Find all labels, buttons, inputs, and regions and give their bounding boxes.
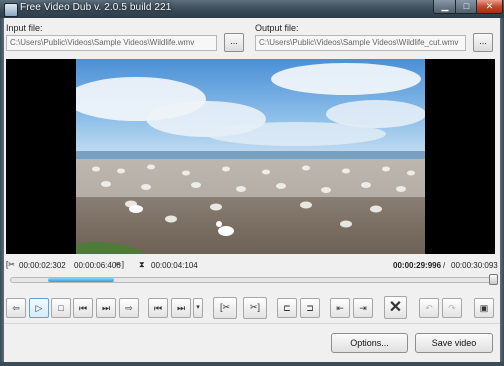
go-mark-end-button[interactable]: ⊐ — [300, 298, 320, 318]
undo-button[interactable]: ↶ — [419, 298, 439, 318]
next-frame-button[interactable]: ⇨ — [119, 298, 139, 318]
selection-length-icon: ⧗ — [139, 260, 145, 269]
app-icon — [4, 3, 18, 17]
video-frame — [76, 59, 425, 254]
prev-frame-button[interactable]: ⇦ — [6, 298, 26, 318]
delete-selection-button[interactable]: ✕ — [384, 296, 407, 319]
title-bar: Free Video Dub v. 2.0.5 build 221 ▁ □ ✕ — [0, 0, 504, 18]
video-frame-image — [76, 59, 425, 254]
seek-selection-fill — [48, 278, 115, 282]
mark-end-icon: ✂] — [115, 260, 124, 269]
close-button[interactable]: ✕ — [476, 0, 503, 14]
selection-length-time: 00:00:04:104 — [151, 261, 198, 270]
window-frame-right — [500, 18, 504, 366]
time-separator: / — [443, 261, 446, 270]
mark-start-icon: [✂ — [6, 260, 15, 269]
footer-divider — [4, 323, 500, 324]
stop-button[interactable]: □ — [51, 298, 71, 318]
selection-end-time: 00:00:06:406 — [74, 261, 121, 270]
window-frame-bottom — [0, 362, 504, 366]
input-browse-button[interactable]: ... — [224, 33, 244, 52]
prev-cut-button[interactable]: ⇤ — [330, 298, 350, 318]
toggle-view-button[interactable]: ▣ — [474, 298, 494, 318]
seek-thumb[interactable] — [488, 274, 498, 285]
step-dropdown-button[interactable]: ▾ — [193, 298, 203, 318]
prev-keyframe-button[interactable]: ⏮ — [148, 298, 168, 318]
selection-start-time: 00:00:02:302 — [19, 261, 66, 270]
video-preview[interactable] — [6, 59, 495, 254]
input-file-label: Input file: — [6, 23, 43, 33]
go-mark-start-button[interactable]: ⊏ — [277, 298, 297, 318]
output-browse-button[interactable]: ... — [473, 33, 493, 52]
output-file-label: Output file: — [255, 23, 299, 33]
options-button[interactable]: Options... — [331, 333, 408, 353]
current-time: 00:00:29:996 — [393, 261, 442, 270]
next-keyframe-button[interactable]: ⏭ — [171, 298, 191, 318]
set-end-mark-button[interactable]: ✂] — [243, 297, 267, 319]
next-cut-button[interactable]: ⇥ — [353, 298, 373, 318]
go-end-button[interactable]: ⏭ — [96, 298, 116, 318]
input-file-field[interactable]: C:\Users\Public\Videos\Sample Videos\Wil… — [6, 35, 217, 51]
set-start-mark-button[interactable]: [✂ — [213, 297, 237, 319]
save-video-button[interactable]: Save video — [415, 333, 493, 353]
play-button[interactable]: ▷ — [29, 298, 49, 318]
total-time: 00:00:30:093 — [451, 261, 498, 270]
window-title: Free Video Dub v. 2.0.5 build 221 — [20, 2, 172, 13]
output-file-field[interactable]: C:\Users\Public\Videos\Sample Videos\Wil… — [255, 35, 466, 51]
redo-button[interactable]: ↷ — [442, 298, 462, 318]
go-start-button[interactable]: ⏮ — [73, 298, 93, 318]
minimize-button[interactable]: ▁ — [433, 0, 457, 14]
seek-bar[interactable] — [10, 277, 496, 283]
maximize-button[interactable]: □ — [455, 0, 478, 14]
